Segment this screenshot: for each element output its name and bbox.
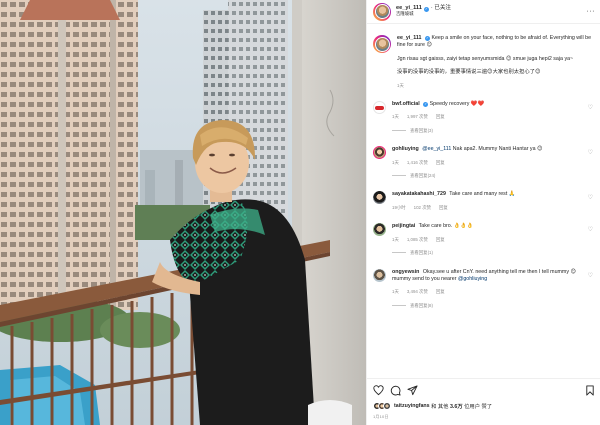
comment-time: 1天 — [392, 159, 399, 165]
post-date: 1月10日 — [373, 414, 389, 419]
comment-heart-icon[interactable]: ♡ — [588, 104, 593, 111]
comment-heart-icon[interactable]: ♡ — [588, 149, 593, 156]
comment-icon[interactable] — [390, 385, 401, 396]
comment-username[interactable]: peijingtai — [392, 223, 415, 229]
liker-avatars — [373, 402, 391, 410]
comment-likes[interactable]: 1,085 次赞 — [407, 236, 428, 243]
reply-link[interactable]: 回复 — [436, 288, 445, 295]
action-bar: taitzuyingfans 和 其他 3.6万 位用户 赞了 1月10日 — [367, 378, 600, 425]
comment-likes[interactable]: 3,494 次赞 — [407, 288, 428, 295]
commenter-avatar[interactable] — [373, 223, 386, 237]
caption-chinese-text: 没事的没事的没事的，重要事情说三遍😊大家也别太担心了😊 — [397, 69, 541, 76]
caption-avatar[interactable] — [373, 35, 391, 53]
comment-username[interactable]: gohliuying — [392, 146, 419, 152]
reply-link[interactable]: 回复 — [436, 113, 445, 120]
comment-text: Take care and many rest 🙏 — [449, 191, 516, 198]
caption-username[interactable]: ee_yi_111 — [397, 35, 421, 41]
view-replies[interactable]: 查看回复(24) — [392, 172, 593, 179]
post-header: ee_yi_111 ✓ · 已关注 吉隆坡城 ··· — [367, 0, 600, 24]
comment-mention[interactable]: @ee_yi_111 — [422, 146, 451, 152]
comments-list[interactable]: ee_yi_111 ✓ Keep a smile on your face, n… — [367, 26, 600, 378]
comment-item: peijingtai Take care bro. 👌👌👌 1天 1,085 次… — [373, 223, 593, 256]
comment-item: ongyewsin Okay.see u after CnY. need any… — [373, 268, 593, 310]
likes-count[interactable]: 3.6万 — [450, 402, 463, 410]
comment-heart-icon[interactable]: ♡ — [588, 226, 593, 233]
caption-time: 1天 — [397, 82, 404, 88]
comment-username[interactable]: bwf.official — [392, 101, 420, 107]
photo-scene — [0, 0, 366, 425]
comment-heart-icon[interactable]: ♡ — [588, 194, 593, 201]
comment-item: bwf.official ✓ Speedy recovery ❤️❤️ 1天 1… — [373, 101, 593, 134]
comment-item: sayakatakahashi_729 Take care and many r… — [373, 191, 593, 211]
following-status[interactable]: · 已关注 — [431, 5, 451, 12]
view-replies[interactable]: 查看回复(1) — [392, 249, 593, 256]
share-icon[interactable] — [407, 385, 418, 396]
comment-likes[interactable]: 102 次赞 — [414, 204, 431, 211]
comment-heart-icon[interactable]: ♡ — [588, 272, 593, 279]
commenter-avatar[interactable] — [373, 268, 386, 282]
comment-time: 1天 — [392, 289, 399, 295]
heart-icon[interactable] — [373, 385, 384, 396]
comment-text: Take care bro. 👌👌👌 — [418, 223, 474, 230]
commenter-avatar[interactable] — [373, 146, 386, 160]
comment-likes[interactable]: 1,416 次赞 — [407, 159, 428, 166]
verified-icon: ✓ — [423, 102, 429, 108]
reply-link[interactable]: 回复 — [436, 236, 445, 243]
post-location[interactable]: 吉隆坡城 — [396, 11, 451, 17]
caption-malay-text: Jgn risau sgt gaisss, zaiyi tetap senyum… — [397, 55, 574, 62]
commenter-avatar[interactable] — [373, 191, 386, 205]
comment-username[interactable]: ongyewsin — [392, 269, 419, 275]
comment-username[interactable]: sayakatakahashi_729 — [392, 191, 446, 197]
post-sidebar: ee_yi_111 ✓ · 已关注 吉隆坡城 ··· ee_yi_111 ✓ K… — [366, 0, 600, 425]
comment-time: 1天 — [392, 114, 399, 120]
reply-link[interactable]: 回复 — [436, 159, 445, 166]
likes-suffix: 位用户 赞了 — [464, 404, 493, 410]
bookmark-icon[interactable] — [585, 385, 595, 396]
comment-item: gohliuying @ee_yi_111 Nak apa2. Mummy Na… — [373, 146, 593, 179]
view-replies[interactable]: 查看回复(3) — [392, 127, 593, 134]
likes-summary[interactable]: taitzuyingfans 和 其他 3.6万 位用户 赞了 — [373, 402, 492, 410]
post-caption: ee_yi_111 ✓ Keep a smile on your face, n… — [373, 35, 593, 89]
comment-text: Speedy recovery ❤️❤️ — [429, 101, 485, 108]
comment-text: Nak apa2. Mummy Nanti Hantar ya 😊 — [452, 146, 543, 153]
post-photo[interactable] — [0, 0, 366, 425]
comment-likes[interactable]: 1,997 次赞 — [407, 113, 428, 120]
liker-name[interactable]: taitzuyingfans — [394, 403, 430, 409]
verified-icon: ✓ — [424, 36, 430, 41]
reply-link[interactable]: 回复 — [439, 204, 448, 211]
comment-time: 19小时 — [392, 204, 406, 210]
view-replies[interactable]: 查看回复(8) — [392, 302, 593, 309]
commenter-avatar[interactable] — [373, 101, 386, 115]
likes-and-label: 和 其他 — [431, 404, 449, 410]
comment-mention[interactable]: @gohliuying — [458, 276, 487, 282]
comment-time: 1天 — [392, 236, 399, 242]
more-icon[interactable]: ··· — [587, 8, 596, 15]
verified-icon: ✓ — [423, 6, 429, 12]
author-avatar[interactable] — [373, 2, 391, 21]
